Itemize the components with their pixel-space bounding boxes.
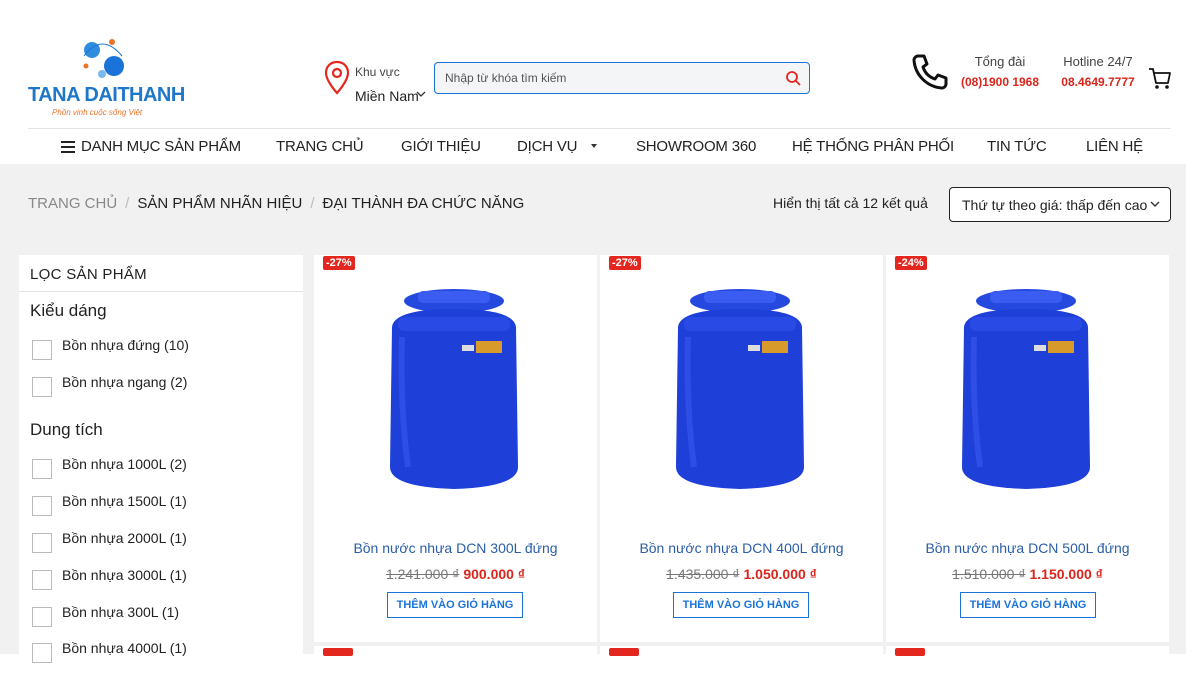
breadcrumb-current: ĐẠI THÀNH ĐA CHỨC NĂNG [322,195,525,212]
discount-badge: -27% [609,256,641,270]
nav-label: DỊCH VỤ [517,138,578,155]
breadcrumb-home[interactable]: TRANG CHỦ [28,195,117,212]
product-card[interactable]: -27% Bồn nước nhựa DCN 400L đứng 1.435.0… [600,255,883,642]
checkbox[interactable] [32,643,52,663]
region-label: Khu vực [355,65,400,79]
discount-badge [895,648,925,656]
product-image[interactable] [950,287,1102,499]
add-to-cart-button[interactable]: THÊM VÀO GIỎ HÀNG [960,592,1096,618]
search-icon[interactable] [785,70,801,86]
product-card[interactable]: -27% Bồn nước nhựa DCN 300L đứng 1.241.0… [314,255,597,642]
location-pin-icon [324,60,350,95]
nav-news[interactable]: TIN TỨC [987,138,1047,155]
product-name[interactable]: Bồn nước nhựa DCN 500L đứng [886,540,1169,556]
breadcrumb-brand[interactable]: SẢN PHẨM NHÃN HIỆU [137,195,302,212]
logo-icon [83,39,124,78]
sort-select[interactable]: Thứ tự theo giá: thấp đến cao [949,187,1171,222]
product-price: 1.241.000 ₫ 900.000 ₫ [314,566,597,582]
sale-price: 1.150.000 ₫ [1029,566,1103,582]
product-card[interactable]: -24% Bồn nước nhựa DCN 500L đứng 1.510.0… [886,255,1169,642]
discount-badge [609,648,639,656]
checkbox[interactable] [32,496,52,516]
hotline-24-7[interactable]: Hotline 24/7 08.4649.7777 [1060,54,1136,89]
hotline-title: Hotline 24/7 [1063,54,1133,69]
checkbox[interactable] [32,377,52,397]
nav-showroom[interactable]: SHOWROOM 360 [636,138,756,155]
nav-home[interactable]: TRANG CHỦ [276,138,364,155]
caret-down-icon [591,144,598,148]
logo[interactable]: TANA DAITHANH Phồn vinh cuộc sống Việt [28,36,188,122]
product-price: 1.435.000 ₫ 1.050.000 ₫ [600,566,883,582]
search-input[interactable] [445,63,775,93]
old-price: 1.435.000 ₫ [666,566,740,582]
filter-group-title: Kiểu dáng [30,301,107,320]
logo-tagline: Phồn vinh cuộc sống Việt [52,108,143,117]
filter-group-title: Dung tích [30,420,103,439]
checkbox[interactable] [32,570,52,590]
product-name[interactable]: Bồn nước nhựa DCN 300L đứng [314,540,597,556]
hotline-number[interactable]: 08.4649.7777 [1060,75,1136,89]
discount-badge: -27% [323,256,355,270]
result-count: Hiển thị tất cả 12 kết quả [773,195,928,211]
old-price: 1.510.000 ₫ [952,566,1026,582]
nav-label: DANH MỤC SẢN PHẨM [81,138,241,155]
chevron-down-icon [1150,201,1160,207]
region-value[interactable]: Miền Nam [355,88,419,104]
breadcrumb: TRANG CHỦ / SẢN PHẨM NHÃN HIỆU / ĐẠI THÀNH Đ… [28,195,525,212]
site-header: TANA DAITHANH Phồn vinh cuộc sống Việt K… [0,0,1186,128]
old-price: 1.241.000 ₫ [385,566,460,582]
discount-badge [323,648,353,656]
sale-price: 900.000 ₫ [463,566,526,582]
product-image[interactable] [378,287,530,499]
cart-icon[interactable] [1148,67,1172,91]
divider [19,291,303,292]
hotline-number[interactable]: (08)1900 1968 [960,75,1040,89]
search-bar [434,62,810,94]
hotline-switchboard[interactable]: Tổng đài (08)1900 1968 [960,54,1040,89]
checkbox[interactable] [32,533,52,553]
region-selector[interactable]: Khu vực Miền Nam [324,60,434,108]
product-image[interactable] [664,287,816,499]
chevron-down-icon [416,91,426,97]
filter-sidebar: LỌC SẢN PHẨM Kiểu dáng Bồn nhựa đứng (10… [19,255,303,675]
filter-title: LỌC SẢN PHẨM [30,266,147,283]
discount-badge: -24% [895,256,927,270]
add-to-cart-button[interactable]: THÊM VÀO GIỎ HÀNG [387,592,523,618]
product-card[interactable] [886,646,1169,666]
nav-contact[interactable]: LIÊN HỆ [1086,138,1143,155]
nav-services[interactable]: DỊCH VỤ [517,138,598,155]
product-name[interactable]: Bồn nước nhựa DCN 400L đứng [600,540,883,556]
nav-about[interactable]: GIỚI THIỆU [401,138,481,155]
hamburger-icon [61,141,75,153]
product-price: 1.510.000 ₫ 1.150.000 ₫ [886,566,1169,582]
checkbox[interactable] [32,607,52,627]
add-to-cart-button[interactable]: THÊM VÀO GIỎ HÀNG [673,592,809,618]
nav-product-categories[interactable]: DANH MỤC SẢN PHẨM [61,138,241,155]
main-nav: DANH MỤC SẢN PHẨM TRANG CHỦ GIỚI THIỆU D… [28,128,1171,164]
sale-price: 1.050.000 ₫ [743,566,817,582]
hotline-title: Tổng đài [974,54,1026,69]
product-card[interactable] [314,646,597,666]
phone-icon [912,54,948,90]
checkbox[interactable] [32,459,52,479]
nav-distribution[interactable]: HỆ THỐNG PHÂN PHỐI [792,138,954,155]
logo-text: TANA DAITHANH [28,84,185,106]
product-card[interactable] [600,646,883,666]
sort-value: Thứ tự theo giá: thấp đến cao [962,197,1148,213]
checkbox[interactable] [32,340,52,360]
